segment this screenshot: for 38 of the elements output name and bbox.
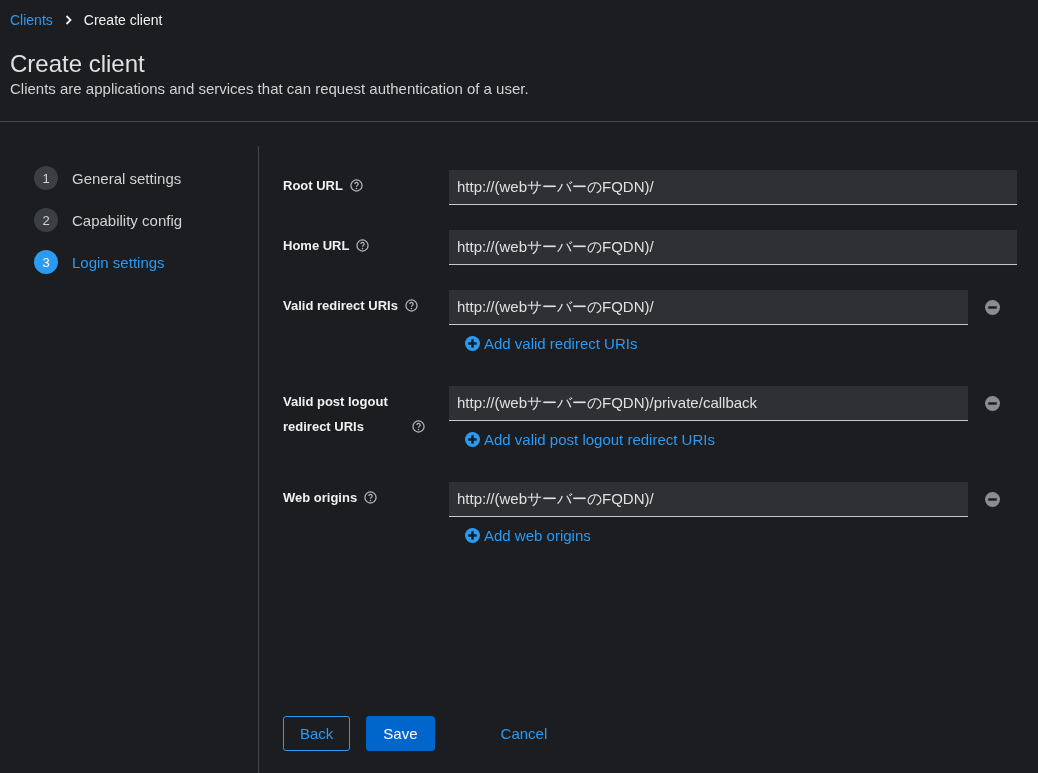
plus-circle-icon [465, 431, 480, 447]
step-number: 1 [34, 166, 58, 190]
primary-button[interactable]: Save [366, 716, 435, 751]
help-icon[interactable] [356, 239, 370, 252]
field-label: Valid post logout redirect URIs [283, 393, 389, 436]
wizard-step[interactable]: 1 General settings [34, 166, 258, 190]
secondary-button[interactable]: Back [283, 716, 351, 751]
url-input-field[interactable]: http://(webサーバーのFQDN)/ [449, 290, 968, 325]
help-icon[interactable] [364, 491, 378, 504]
add-link[interactable]: Add web origins [465, 523, 591, 547]
chevron-right-icon [64, 15, 72, 25]
add-link[interactable]: Add valid post logout redirect URIs [465, 427, 715, 451]
plus-circle-icon [465, 527, 480, 543]
url-input-field[interactable]: http://(webサーバーのFQDN)/private/callback [449, 386, 968, 421]
field-label: Root URL [283, 177, 343, 195]
help-icon[interactable] [349, 179, 363, 192]
field-label: Home URL [283, 237, 350, 255]
plus-circle-icon [465, 335, 480, 351]
minus-circle-icon [985, 396, 1000, 411]
add-link[interactable]: Add valid redirect URIs [465, 331, 638, 355]
help-icon[interactable] [404, 299, 418, 312]
url-input-field[interactable]: http://(webサーバーのFQDN)/ [449, 170, 1017, 205]
link-button[interactable]: Cancel [483, 716, 565, 751]
url-input-field[interactable]: http://(webサーバーのFQDN)/ [449, 482, 968, 517]
page-title: Create client [10, 49, 146, 79]
step-number: 3 [34, 250, 58, 274]
wizard-step[interactable]: 2 Capability config [34, 208, 258, 232]
page-description: Clients are applications and services that can request authentication of a user. [10, 79, 530, 99]
url-input-field[interactable]: http://(webサーバーのFQDN)/ [449, 230, 1017, 265]
step-number: 2 [34, 208, 58, 232]
wizard-step[interactable]: 3 Login settings [34, 250, 258, 274]
minus-circle-icon [985, 492, 1000, 507]
help-icon[interactable] [412, 420, 425, 433]
breadcrumb-current: Create client [83, 12, 163, 28]
minus-circle-icon [985, 300, 1000, 315]
field-label: Valid redirect URIs [283, 297, 398, 315]
field-label: Web origins [283, 489, 358, 507]
breadcrumb-link[interactable]: Clients [10, 12, 53, 28]
